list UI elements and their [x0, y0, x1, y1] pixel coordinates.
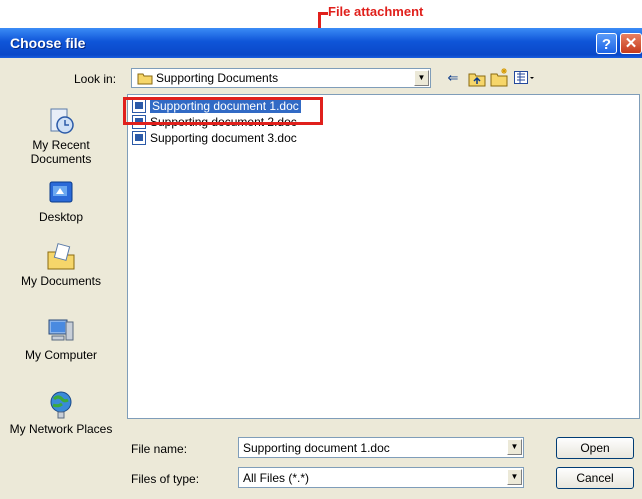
look-in-label: Look in: [74, 72, 117, 86]
back-icon[interactable]: ⇐ [444, 69, 462, 87]
folder-icon [137, 73, 153, 85]
file-type-dropdown[interactable]: All Files (*.*) ▼ [238, 467, 524, 488]
look-in-dropdown[interactable]: Supporting Documents ▼ [131, 68, 431, 88]
place-my-documents[interactable]: My Documents [4, 242, 118, 288]
file-type-value: All Files (*.*) [243, 471, 310, 485]
file-type-label: Files of type: [131, 472, 200, 486]
file-name-value: Supporting document 1.doc [243, 441, 390, 455]
chevron-down-icon[interactable]: ▼ [507, 439, 522, 455]
desktop-icon [49, 181, 73, 203]
look-in-value: Supporting Documents [156, 71, 279, 85]
title-bar[interactable]: Choose file ? ✕ [0, 28, 642, 58]
place-my-computer[interactable]: My Computer [4, 316, 118, 362]
my-documents-icon [47, 243, 75, 270]
file-name: Supporting document 3.doc [150, 131, 297, 145]
place-network-places[interactable]: My Network Places [4, 390, 118, 436]
file-name-input[interactable]: Supporting document 1.doc ▼ [238, 437, 524, 458]
help-button[interactable]: ? [596, 33, 617, 54]
word-document-icon [132, 131, 146, 145]
place-recent-documents[interactable]: My Recent Documents [4, 106, 118, 166]
place-label: Desktop [38, 210, 84, 224]
places-bar: My Recent Documents Desktop My Documents [4, 94, 118, 462]
chevron-down-icon[interactable]: ▼ [507, 469, 522, 485]
place-label: My Network Places [9, 422, 113, 436]
network-places-icon [50, 391, 72, 419]
close-button[interactable]: ✕ [620, 33, 642, 54]
file-name-label: File name: [131, 442, 188, 456]
chevron-down-icon[interactable]: ▼ [414, 70, 429, 86]
view-menu-icon[interactable] [514, 71, 536, 85]
annotation-label: File attachment [328, 4, 424, 19]
dialog-title: Choose file [10, 35, 86, 51]
open-button[interactable]: Open [556, 437, 634, 459]
cancel-button[interactable]: Cancel [556, 467, 634, 489]
place-label: My Recent Documents [30, 138, 92, 166]
annotation-highlight-box [123, 97, 323, 125]
file-list[interactable]: Supporting document 1.doc Supporting doc… [127, 94, 640, 419]
list-item[interactable]: Supporting document 3.doc [130, 130, 297, 146]
my-computer-icon [48, 319, 74, 341]
up-folder-icon[interactable] [468, 71, 486, 87]
place-label: My Documents [20, 274, 102, 288]
place-label: My Computer [24, 348, 98, 362]
new-folder-icon[interactable] [490, 68, 510, 87]
recent-documents-icon [50, 108, 74, 134]
place-desktop[interactable]: Desktop [4, 178, 118, 224]
